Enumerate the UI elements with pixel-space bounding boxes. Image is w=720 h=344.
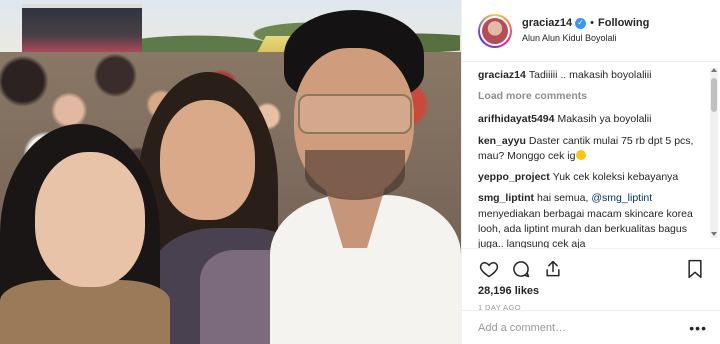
photo-stage <box>22 4 142 54</box>
comment-item: yeppo_project Yuk cek koleksi kebayanya <box>478 170 706 185</box>
more-options-icon[interactable]: ••• <box>689 320 707 336</box>
scroll-down-arrow-icon[interactable] <box>711 232 717 236</box>
avatar-image <box>480 15 510 46</box>
comment-username[interactable]: smg_liptint <box>478 192 534 204</box>
username-link[interactable]: graciaz14 <box>522 17 572 31</box>
scroll-thumb[interactable] <box>711 78 717 112</box>
comment-text: hai semua, <box>537 192 589 205</box>
location-link[interactable]: Alun Alun Kidul Boyolali <box>522 33 649 44</box>
instagram-post-window: graciaz14 ✓ • Following Alun Alun Kidul … <box>0 0 720 344</box>
header-info: graciaz14 ✓ • Following Alun Alun Kidul … <box>522 17 649 45</box>
post-sidebar: graciaz14 ✓ • Following Alun Alun Kidul … <box>461 0 720 344</box>
mention-link[interactable]: @smg_liptint <box>591 192 652 204</box>
heart-icon[interactable] <box>478 258 500 280</box>
comment-username[interactable]: ken_ayyu <box>478 135 526 147</box>
like-count[interactable]: 28,196 likes <box>478 285 706 297</box>
avatar[interactable] <box>478 13 512 48</box>
action-icons <box>478 257 706 281</box>
smile-emoji-icon <box>576 149 587 160</box>
caption-text: Tadiiiii .. makasih boyolaliii <box>528 69 652 81</box>
man-right-glasses <box>298 94 412 134</box>
load-more-comments-button[interactable]: Load more comments <box>478 89 706 104</box>
comment-text: Yuk cek koleksi kebayanya <box>552 171 679 184</box>
caption-username[interactable]: graciaz14 <box>478 69 526 81</box>
comments-scrollbar[interactable] <box>710 68 718 238</box>
share-icon[interactable] <box>542 258 564 280</box>
caption: graciaz14 Tadiiiii .. makasih boyolaliii <box>478 68 706 83</box>
comment-text-continued: menyediakan berbagai macam skincare kore… <box>478 207 693 248</box>
bookmark-icon[interactable] <box>684 258 706 280</box>
comment-text: Makasih ya boyolalii <box>557 113 652 126</box>
comment-username[interactable]: yeppo_project <box>478 171 550 183</box>
post-header: graciaz14 ✓ • Following Alun Alun Kidul … <box>462 0 720 62</box>
verified-badge-icon: ✓ <box>575 17 587 29</box>
post-photo[interactable] <box>0 0 461 344</box>
woman-left-body <box>0 280 170 344</box>
following-button[interactable]: Following <box>598 17 649 31</box>
add-comment-bar: Add a comment… ••• <box>462 310 720 344</box>
comment-item: smg_liptint hai semua, @smg_liptint menye… <box>478 191 706 248</box>
comment-item: ken_ayyu Daster cantik mulai 75 rb dpt 5 … <box>478 134 706 164</box>
man-right-beard <box>305 150 405 200</box>
woman-center-face <box>160 100 255 220</box>
add-comment-input[interactable]: Add a comment… <box>478 322 689 334</box>
woman-left-face <box>35 152 145 287</box>
header-row: graciaz14 ✓ • Following <box>522 17 649 31</box>
comment-item: arifhidayat5494 Makasih ya boyolalii <box>478 112 706 127</box>
comment-icon[interactable] <box>510 258 532 280</box>
comment-username[interactable]: arifhidayat5494 <box>478 113 554 125</box>
separator-dot: • <box>590 16 595 29</box>
comments-list[interactable]: graciaz14 Tadiiiii .. makasih boyolaliii … <box>462 62 720 248</box>
scroll-up-arrow-icon[interactable] <box>711 68 717 72</box>
